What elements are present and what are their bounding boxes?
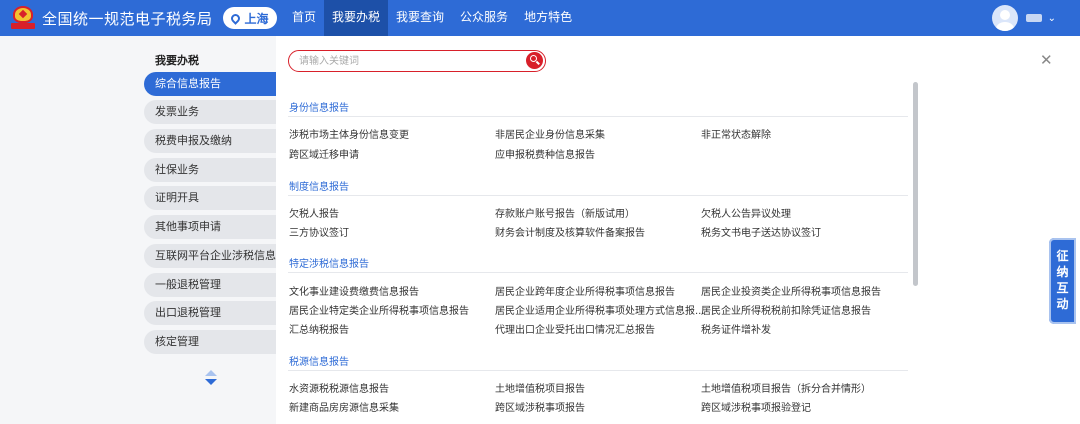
section-title-tax-source: 税源信息报告: [289, 357, 349, 368]
link-item[interactable]: 存款账户账号报告（新版试用）: [495, 205, 635, 220]
link-item[interactable]: 财务会计制度及核算软件备案报告: [495, 224, 645, 239]
sidebar-heading: 我要办税: [155, 54, 199, 67]
link-item[interactable]: 跨区域迁移申请: [289, 146, 359, 161]
sidebar-item-export-refund[interactable]: 出口退税管理: [144, 301, 276, 325]
link-item[interactable]: 跨区域涉税事项报告: [495, 399, 585, 414]
section-title-specific: 特定涉税信息报告: [289, 259, 369, 270]
content-scrollbar[interactable]: [913, 82, 918, 286]
divider: [288, 370, 908, 371]
link-item[interactable]: 代理出口企业受托出口情况汇总报告: [495, 321, 655, 336]
section-title-identity: 身份信息报告: [289, 103, 349, 114]
interaction-float-tab[interactable]: 征纳互动: [1049, 238, 1076, 324]
nav-query[interactable]: 我要查询: [388, 0, 452, 36]
sidebar: 我要办税 综合信息报告 发票业务 税费申报及缴纳 社保业务 证明开具 其他事项申…: [0, 36, 276, 424]
sidebar-item-social-security[interactable]: 社保业务: [144, 158, 276, 182]
link-item[interactable]: 非居民企业身份信息采集: [495, 126, 605, 141]
divider: [288, 116, 908, 117]
link-item[interactable]: 居民企业适用企业所得税事项处理方式信息报...: [495, 302, 705, 317]
link-item[interactable]: 土地增值税项目报告（拆分合并情形）: [701, 380, 871, 395]
link-item[interactable]: 欠税人公告异议处理: [701, 205, 791, 220]
divider: [288, 195, 908, 196]
link-item[interactable]: 居民企业特定类企业所得税事项信息报告: [289, 302, 469, 317]
link-item[interactable]: 跨区域涉税事项报验登记: [701, 399, 811, 414]
link-item[interactable]: 新建商品房房源信息采集: [289, 399, 399, 414]
sidebar-item-internet-platform[interactable]: 互联网平台企业涉税信息报送: [144, 244, 276, 268]
nav-home[interactable]: 首页: [284, 0, 324, 36]
user-avatar-icon[interactable]: [991, 5, 1018, 31]
top-header: 全国统一规范电子税务局 上海 首页 我要办税 我要查询 公众服务 地方特色 ⌄: [0, 0, 1080, 36]
sidebar-scroll-arrows-icon[interactable]: [205, 370, 217, 388]
nav-local-features[interactable]: 地方特色: [516, 0, 580, 36]
sidebar-item-other-requests[interactable]: 其他事项申请: [144, 215, 276, 239]
search-box: [288, 50, 546, 72]
link-item[interactable]: 非正常状态解除: [701, 126, 771, 141]
chevron-down-icon[interactable]: ⌄: [1048, 13, 1056, 24]
link-item[interactable]: 水资源税税源信息报告: [289, 380, 389, 395]
section-title-system: 制度信息报告: [289, 182, 349, 193]
search-button[interactable]: [526, 52, 543, 69]
main-nav: 首页 我要办税 我要查询 公众服务 地方特色: [284, 0, 580, 36]
link-item[interactable]: 欠税人报告: [289, 205, 339, 220]
site-title[interactable]: 全国统一规范电子税务局: [42, 8, 213, 29]
sidebar-item-invoice[interactable]: 发票业务: [144, 100, 276, 124]
link-item[interactable]: 税务证件增补发: [701, 321, 771, 336]
link-item[interactable]: 应申报税费种信息报告: [495, 146, 595, 161]
sidebar-item-certificate[interactable]: 证明开具: [144, 186, 276, 210]
user-menu[interactable]: ⌄: [991, 5, 1056, 31]
divider: [288, 272, 908, 273]
float-tab-label: 征纳互动: [1056, 249, 1069, 311]
region-label: 上海: [244, 11, 269, 26]
link-item[interactable]: 居民企业所得税税前扣除凭证信息报告: [701, 302, 871, 317]
link-item[interactable]: 居民企业跨年度企业所得税事项信息报告: [495, 283, 675, 298]
sidebar-item-general-refund[interactable]: 一般退税管理: [144, 273, 276, 297]
nav-public-service[interactable]: 公众服务: [452, 0, 516, 36]
sidebar-item-comprehensive-info-report[interactable]: 综合信息报告: [144, 72, 276, 96]
link-item[interactable]: 文化事业建设费缴费信息报告: [289, 283, 419, 298]
close-icon[interactable]: ✕: [1040, 52, 1053, 68]
link-item[interactable]: 三方协议签订: [289, 224, 349, 239]
search-input[interactable]: [299, 53, 519, 69]
sidebar-item-assessment[interactable]: 核定管理: [144, 330, 276, 354]
user-name: [1025, 14, 1042, 22]
link-item[interactable]: 汇总纳税报告: [289, 321, 349, 336]
region-selector[interactable]: 上海: [222, 7, 277, 29]
location-pin-icon: [228, 11, 242, 25]
link-item[interactable]: 涉税市场主体身份信息变更: [289, 126, 409, 141]
link-item[interactable]: 税务文书电子送达协议签订: [701, 224, 821, 239]
sidebar-item-tax-declaration[interactable]: 税费申报及缴纳: [144, 129, 276, 153]
tax-emblem-logo: [10, 5, 36, 31]
nav-handle-tax[interactable]: 我要办税: [324, 0, 389, 36]
link-item[interactable]: 居民企业投资类企业所得税事项信息报告: [701, 283, 881, 298]
link-item[interactable]: 土地增值税项目报告: [495, 380, 585, 395]
